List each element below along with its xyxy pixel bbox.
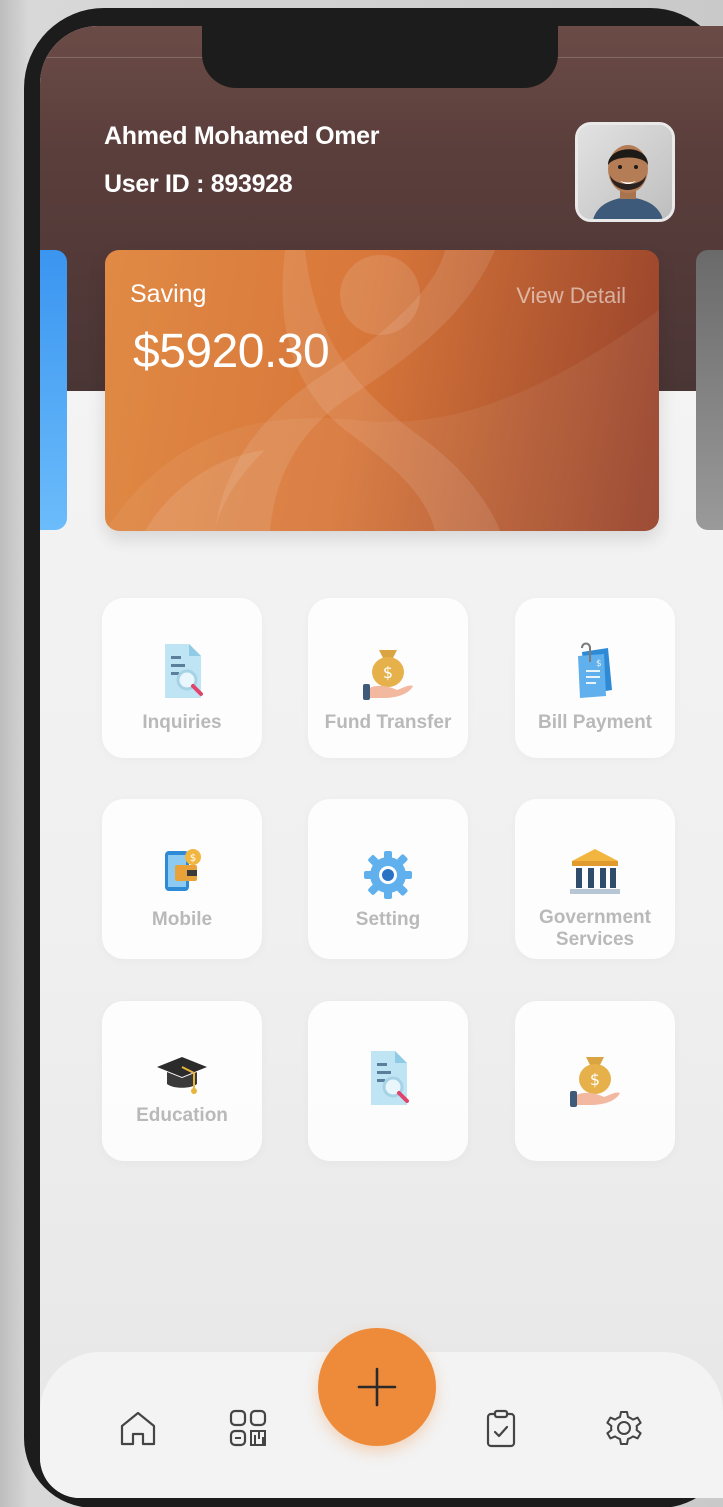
service-label: Government Services xyxy=(515,907,675,951)
service-label-line: Services xyxy=(555,929,635,950)
bill-icon: $ xyxy=(578,642,612,698)
mobile-wallet-icon: $ xyxy=(165,849,201,891)
service-government[interactable]: Government Services xyxy=(515,799,675,959)
service-label: Setting xyxy=(355,909,421,930)
bank-icon xyxy=(570,849,620,894)
service-label: Inquiries xyxy=(142,712,222,733)
svg-text:$: $ xyxy=(590,1070,600,1089)
svg-text:$: $ xyxy=(383,663,393,682)
avatar-photo xyxy=(578,125,672,219)
svg-text:$: $ xyxy=(190,853,196,864)
money-bag-hand-icon: $ xyxy=(363,650,413,700)
adjacent-card-left[interactable] xyxy=(40,250,67,530)
service-setting[interactable]: Setting xyxy=(308,799,468,959)
avatar[interactable] xyxy=(575,122,675,222)
user-id: User ID : 893928 xyxy=(104,170,293,198)
money-bag-hand-icon: $ xyxy=(570,1057,620,1107)
screen: Ahmed Mohamed Omer User ID : 893928 Savi… xyxy=(40,26,723,1498)
adjacent-card-right[interactable] xyxy=(696,250,723,530)
notch xyxy=(202,26,558,88)
plus-icon xyxy=(357,1367,397,1407)
inquiries-icon xyxy=(371,1051,409,1105)
user-name: Ahmed Mohamed Omer xyxy=(104,122,380,150)
gear-icon xyxy=(364,851,412,899)
service-education[interactable]: Education xyxy=(102,1001,262,1161)
graduation-cap-icon xyxy=(157,1057,207,1094)
service-bill-payment[interactable]: $ Bill Payment xyxy=(515,598,675,758)
svg-text:$: $ xyxy=(596,659,602,669)
service-inquiries[interactable]: Inquiries xyxy=(102,598,262,758)
service-mobile[interactable]: $ Mobile xyxy=(102,799,262,959)
account-type: Saving xyxy=(130,280,207,308)
settings-icon[interactable] xyxy=(602,1406,646,1450)
account-card[interactable]: Saving View Detail $5920.30 xyxy=(105,250,659,531)
add-button[interactable] xyxy=(318,1328,436,1446)
service-fund-transfer-2[interactable]: $ xyxy=(515,1001,675,1161)
service-label: Fund Transfer xyxy=(324,712,452,733)
service-inquiries-2[interactable] xyxy=(308,1001,468,1161)
service-label: Bill Payment xyxy=(537,712,653,733)
service-label: Education xyxy=(136,1105,228,1126)
service-fund-transfer[interactable]: $ Fund Transfer xyxy=(308,598,468,758)
inquiries-icon xyxy=(165,644,203,698)
view-detail-link[interactable]: View Detail xyxy=(516,283,626,309)
service-label-line: Government xyxy=(539,907,651,928)
account-balance: $5920.30 xyxy=(133,325,330,378)
qr-code-icon[interactable] xyxy=(226,1406,270,1450)
clipboard-check-icon[interactable] xyxy=(479,1406,523,1450)
home-icon[interactable] xyxy=(116,1406,160,1450)
service-label: Mobile xyxy=(151,909,213,930)
